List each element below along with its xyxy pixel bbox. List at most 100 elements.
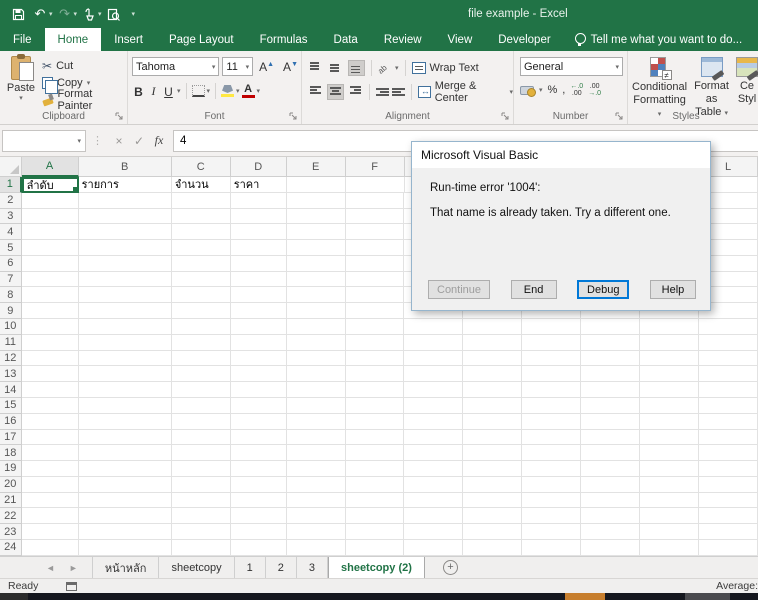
cell-j12[interactable] [581, 351, 640, 367]
cell-f21[interactable] [346, 493, 405, 509]
cell-i19[interactable] [522, 461, 581, 477]
cell-c10[interactable] [172, 319, 231, 335]
cell-a7[interactable] [22, 272, 79, 288]
select-all-corner[interactable] [0, 157, 22, 177]
format-painter-button[interactable]: Format Painter [42, 91, 127, 108]
cell-d19[interactable] [231, 461, 287, 477]
cell-d5[interactable] [231, 240, 287, 256]
cell-j16[interactable] [581, 414, 640, 430]
cell-e3[interactable] [287, 209, 346, 225]
cell-l10[interactable] [699, 319, 758, 335]
ribbon-tab-file[interactable]: File [0, 28, 45, 51]
cell-d13[interactable] [231, 366, 287, 382]
cell-b12[interactable] [79, 351, 172, 367]
cell-i24[interactable] [522, 540, 581, 556]
touch-mode-dropdown-icon[interactable]: ▾ [98, 10, 102, 18]
cell-h22[interactable] [463, 508, 522, 524]
cell-g12[interactable] [404, 351, 463, 367]
cell-j13[interactable] [581, 366, 640, 382]
cell-c5[interactable] [172, 240, 231, 256]
row-header-4[interactable]: 4 [0, 224, 22, 240]
cell-f8[interactable] [346, 287, 405, 303]
cell-b1[interactable]: รายการ [79, 177, 172, 193]
cell-e10[interactable] [287, 319, 346, 335]
cell-a16[interactable] [22, 414, 79, 430]
ribbon-tab-insert[interactable]: Insert [101, 28, 156, 51]
cell-h16[interactable] [463, 414, 522, 430]
cell-c23[interactable] [172, 524, 231, 540]
cell-a21[interactable] [22, 493, 79, 509]
cell-g13[interactable] [404, 366, 463, 382]
cell-g22[interactable] [404, 508, 463, 524]
cell-f24[interactable] [346, 540, 405, 556]
row-header-5[interactable]: 5 [0, 240, 22, 256]
orientation-dropdown-icon[interactable]: ▾ [395, 64, 399, 72]
cell-b20[interactable] [79, 477, 172, 493]
ribbon-tab-data[interactable]: Data [321, 28, 371, 51]
cell-e7[interactable] [287, 272, 346, 288]
cell-i12[interactable] [522, 351, 581, 367]
bold-button[interactable]: B [132, 83, 145, 99]
cell-d11[interactable] [231, 335, 287, 351]
cell-h20[interactable] [463, 477, 522, 493]
cell-e22[interactable] [287, 508, 346, 524]
cell-j11[interactable] [581, 335, 640, 351]
cell-f6[interactable] [346, 256, 405, 272]
cell-b17[interactable] [79, 430, 172, 446]
cell-h17[interactable] [463, 430, 522, 446]
cell-c13[interactable] [172, 366, 231, 382]
cell-f17[interactable] [346, 430, 405, 446]
dialog-title[interactable]: Microsoft Visual Basic [412, 142, 710, 168]
cell-c8[interactable] [172, 287, 231, 303]
cell-f1[interactable] [346, 177, 405, 193]
row-header-12[interactable]: 12 [0, 351, 22, 367]
column-header-a[interactable]: A [22, 157, 79, 177]
cell-k22[interactable] [640, 508, 699, 524]
cell-b7[interactable] [79, 272, 172, 288]
cell-a9[interactable] [22, 303, 79, 319]
sheet-tab-sheetcopy-2[interactable]: sheetcopy (2) [328, 557, 425, 578]
row-header-11[interactable]: 11 [0, 335, 22, 351]
save-icon[interactable] [8, 4, 28, 24]
cell-f14[interactable] [346, 382, 405, 398]
cell-e24[interactable] [287, 540, 346, 556]
cell-e18[interactable] [287, 445, 346, 461]
cell-d18[interactable] [231, 445, 287, 461]
cell-g16[interactable] [404, 414, 463, 430]
macro-record-icon[interactable] [66, 582, 77, 591]
sheet-tab-3[interactable]: 3 [297, 557, 328, 578]
cell-c17[interactable] [172, 430, 231, 446]
row-header-10[interactable]: 10 [0, 319, 22, 335]
cell-b3[interactable] [79, 209, 172, 225]
cell-i15[interactable] [522, 398, 581, 414]
cell-b18[interactable] [79, 445, 172, 461]
increase-indent-icon[interactable] [392, 86, 405, 98]
font-name-dropdown-icon[interactable]: ▾ [212, 63, 216, 71]
sheet-tab-1[interactable]: 1 [235, 557, 266, 578]
cell-j20[interactable] [581, 477, 640, 493]
cell-e2[interactable] [287, 193, 346, 209]
cell-l11[interactable] [699, 335, 758, 351]
cell-h14[interactable] [463, 382, 522, 398]
row-header-9[interactable]: 9 [0, 303, 22, 319]
merge-center-dropdown-icon[interactable]: ▾ [509, 88, 513, 96]
cell-a4[interactable] [22, 224, 79, 240]
ribbon-tab-review[interactable]: Review [371, 28, 435, 51]
touch-mode-icon[interactable] [79, 4, 99, 24]
cell-d1[interactable]: ราคา [231, 177, 287, 193]
cell-e14[interactable] [287, 382, 346, 398]
cell-a3[interactable] [22, 209, 79, 225]
cell-l23[interactable] [699, 524, 758, 540]
cell-h10[interactable] [463, 319, 522, 335]
cell-e15[interactable] [287, 398, 346, 414]
number-format-select[interactable]: General ▾ [520, 57, 623, 76]
cell-d12[interactable] [231, 351, 287, 367]
row-header-13[interactable]: 13 [0, 366, 22, 382]
cell-l19[interactable] [699, 461, 758, 477]
cell-l16[interactable] [699, 414, 758, 430]
cell-c2[interactable] [172, 193, 231, 209]
cell-l18[interactable] [699, 445, 758, 461]
cell-e20[interactable] [287, 477, 346, 493]
decrease-indent-icon[interactable] [376, 86, 389, 98]
cell-g14[interactable] [404, 382, 463, 398]
